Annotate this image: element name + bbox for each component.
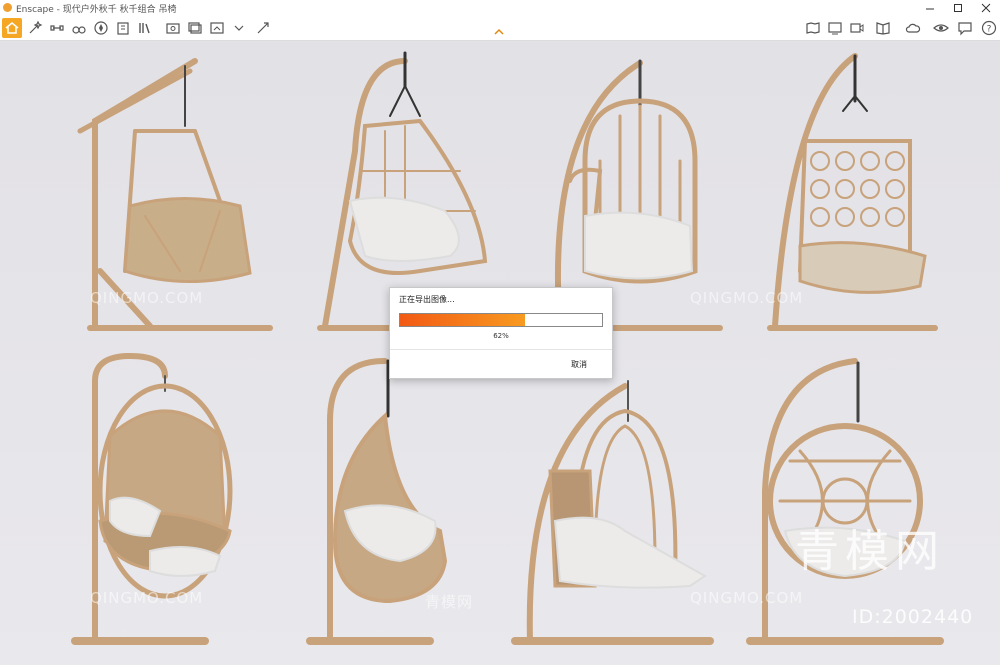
close-button[interactable] (972, 0, 1000, 16)
progress-bar-fill (400, 314, 526, 326)
web-standalone-icon (828, 22, 842, 35)
progress-percent: 62% (493, 332, 509, 340)
minimize-button[interactable] (916, 0, 944, 16)
wand-icon (29, 20, 43, 34)
batch-render-button[interactable] (185, 18, 205, 38)
watermark-site-cn: 青模网 (425, 593, 474, 611)
chat-icon (958, 22, 972, 36)
cloud-icon (905, 23, 921, 33)
binoculars-button[interactable] (69, 18, 89, 38)
building-button[interactable] (113, 18, 133, 38)
chevron-down-icon (234, 25, 244, 31)
watermark-site: QINGMO.COM (90, 289, 204, 307)
home-icon (5, 22, 19, 34)
library-button[interactable] (135, 18, 155, 38)
svg-text:?: ? (987, 25, 992, 35)
library-icon (139, 23, 150, 34)
dialog-divider (390, 349, 612, 350)
binoculars-icon (72, 26, 86, 34)
close-icon (981, 3, 991, 13)
link-icon (50, 25, 64, 31)
swing-chair-1 (77, 58, 273, 331)
panorama-icon (806, 22, 820, 34)
export-progress-dialog: 正在导出图像... 62% 取消 (389, 287, 613, 379)
help-icon: ? (981, 20, 997, 36)
book-button[interactable] (873, 18, 893, 38)
book-icon (876, 22, 890, 35)
watermark-brand: 青模网 (795, 526, 945, 577)
export-dropdown-button[interactable] (229, 18, 249, 38)
screenshot-icon (166, 23, 180, 34)
material-editor-button[interactable] (253, 18, 273, 38)
progress-bar (399, 313, 603, 327)
batch-render-icon (188, 22, 202, 34)
wand-button[interactable] (25, 18, 45, 38)
export-button[interactable] (207, 18, 227, 38)
minimize-icon (926, 8, 934, 10)
app-logo-icon (3, 3, 12, 12)
watermark-site: QINGMO.COM (690, 289, 804, 307)
web-standalone-button[interactable] (825, 18, 845, 38)
cloud-button[interactable] (903, 18, 923, 38)
swing-chair-4 (767, 53, 938, 331)
video-icon (850, 23, 864, 33)
export-icon (210, 22, 224, 34)
compass-icon (94, 21, 108, 35)
visibility-button[interactable] (931, 18, 951, 38)
window-title: Enscape - 现代户外秋千 秋千组合 吊椅 (16, 5, 177, 15)
collapse-toolbar-icon[interactable] (493, 28, 505, 36)
watermark-id: ID:2002440 (852, 606, 974, 628)
panorama-button[interactable] (803, 18, 823, 38)
dialog-title: 正在导出图像... (399, 295, 455, 304)
screenshot-button[interactable] (163, 18, 183, 38)
link-button[interactable] (47, 18, 67, 38)
cancel-button[interactable]: 取消 (571, 359, 587, 370)
title-bar: Enscape - 现代户外秋千 秋千组合 吊椅 (0, 0, 1000, 17)
home-button[interactable] (2, 18, 22, 38)
compass-button[interactable] (91, 18, 111, 38)
eye-icon (933, 24, 949, 32)
swing-chair-7 (511, 380, 714, 645)
video-button[interactable] (847, 18, 867, 38)
building-icon (117, 22, 129, 35)
help-button[interactable]: ? (979, 18, 999, 38)
maximize-icon (954, 4, 962, 12)
watermark-site: QINGMO.COM (90, 589, 204, 607)
feedback-button[interactable] (955, 18, 975, 38)
maximize-button[interactable] (944, 0, 972, 16)
material-editor-icon (257, 22, 269, 34)
watermark-site: QINGMO.COM (690, 589, 804, 607)
